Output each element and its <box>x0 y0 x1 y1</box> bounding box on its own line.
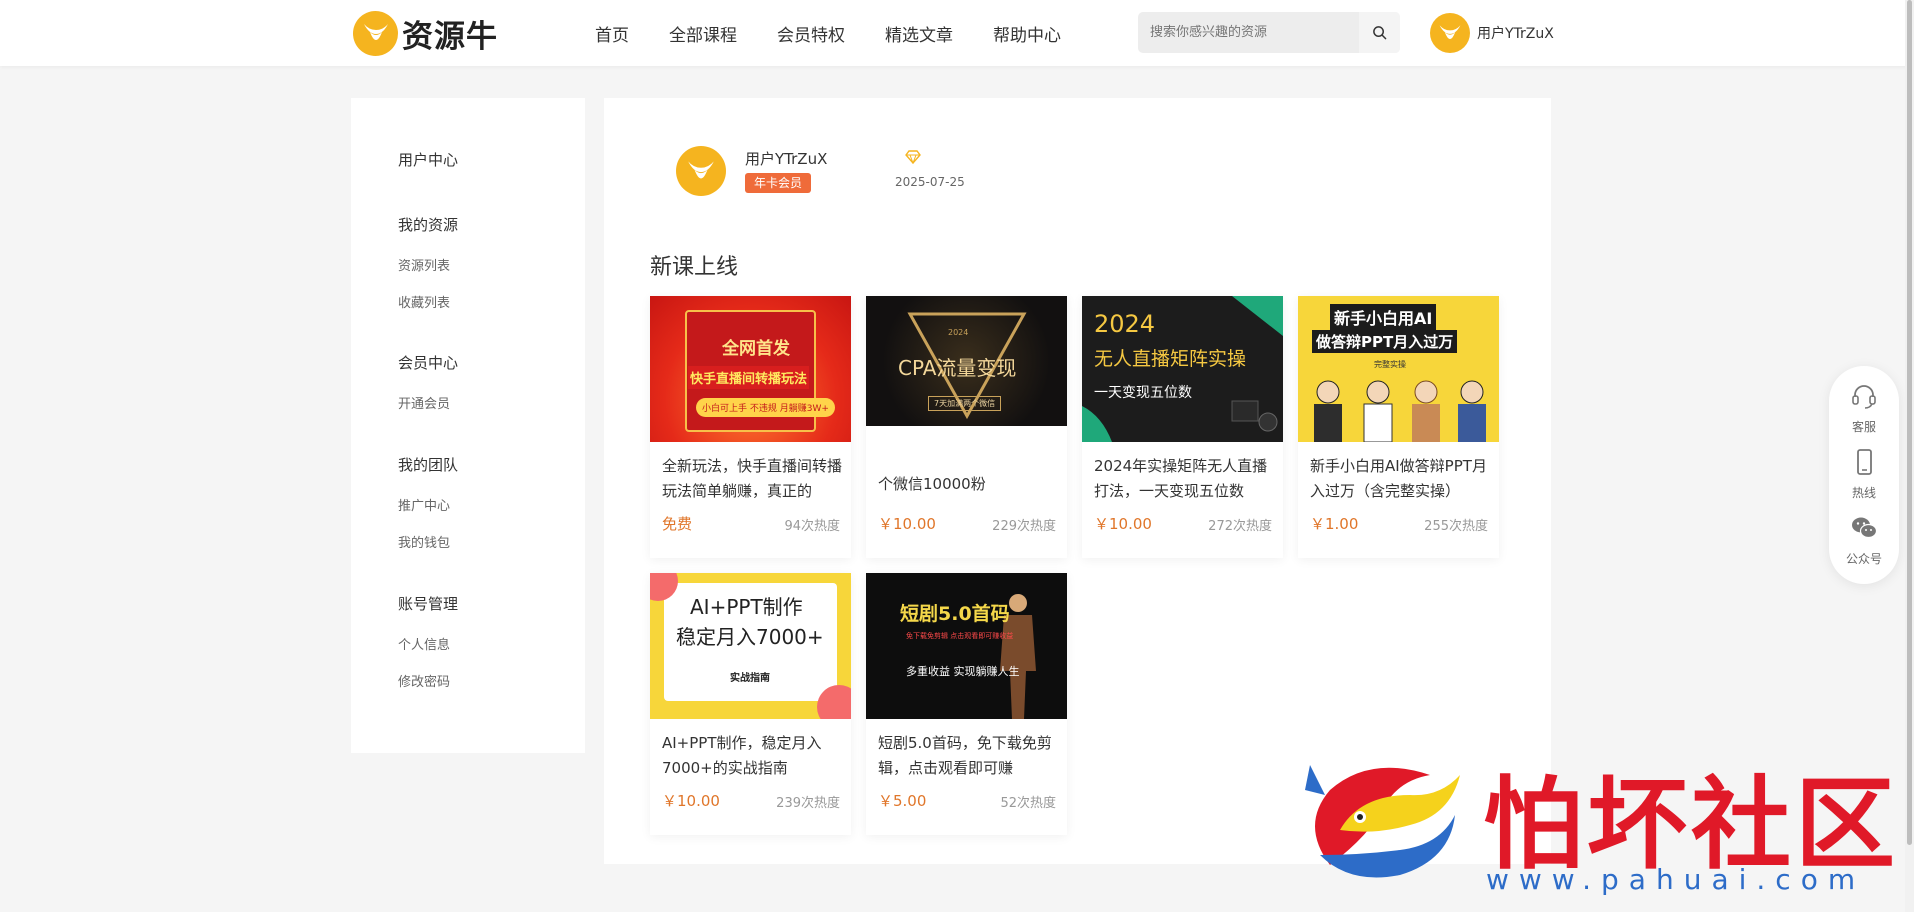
course-heat: 94次热度 <box>784 519 840 534</box>
sidebar-item-change-password[interactable]: 修改密码 <box>398 671 450 690</box>
course-thumbnail: 短剧5.0首码 免下载免剪辑 点击观看即可赚收益 多重收益 实现躺赚人生 <box>866 573 1067 719</box>
float-hotline[interactable]: 热线 <box>1829 448 1899 501</box>
course-heat: 272次热度 <box>1208 519 1272 534</box>
float-service-bar: 客服 热线 公众号 <box>1829 366 1899 584</box>
headset-icon <box>1852 385 1876 409</box>
course-price: ￥10.00 <box>662 792 720 810</box>
diamond-icon <box>905 150 921 164</box>
course-price: ￥5.00 <box>878 792 927 810</box>
sidebar-item-open-vip[interactable]: 开通会员 <box>398 393 450 412</box>
course-card[interactable]: 短剧5.0首码 免下载免剪辑 点击观看即可赚收益 多重收益 实现躺赚人生 短剧5… <box>866 573 1067 835</box>
course-thumbnail: 新手小白用AI 做答辩PPT月入过万 完整实操 <box>1298 296 1499 442</box>
course-price: ￥10.00 <box>878 515 936 533</box>
phone-icon <box>1857 449 1872 475</box>
course-thumbnail: AI+PPT制作 稳定月入7000+ 实战指南 <box>650 573 851 719</box>
watermark: 怕坏社区 www.pahuai.com <box>1290 735 1895 905</box>
course-heat: 255次热度 <box>1424 519 1488 534</box>
search-box <box>1138 12 1400 53</box>
nav-help[interactable]: 帮助中心 <box>993 21 1061 46</box>
header-username: 用户YTrZuX <box>1477 26 1554 42</box>
float-customer-service[interactable]: 客服 <box>1829 382 1899 435</box>
sidebar-group-title: 账号管理 <box>398 595 459 613</box>
sidebar-group-title: 会员中心 <box>398 354 459 372</box>
float-wechat[interactable]: 公众号 <box>1829 514 1899 567</box>
float-label: 客服 <box>1851 420 1876 434</box>
user-sidebar: 用户中心 我的资源 资源列表 收藏列表 会员中心 开通会员 我的团队 推广中心 … <box>351 98 585 753</box>
course-title: 个微信10000粉 <box>878 475 986 493</box>
header-user-menu[interactable]: 用户YTrZuX <box>1430 12 1554 54</box>
course-heat: 52次热度 <box>1000 796 1056 811</box>
nav-articles[interactable]: 精选文章 <box>885 21 953 46</box>
float-label: 公众号 <box>1845 552 1882 566</box>
course-heat: 229次热度 <box>992 519 1056 534</box>
sidebar-item-promotion[interactable]: 推广中心 <box>398 495 450 514</box>
profile-date: 2025-07-25 <box>895 175 965 189</box>
float-label: 热线 <box>1851 486 1876 500</box>
avatar[interactable] <box>676 146 726 196</box>
section-title: 新课上线 <box>650 255 739 280</box>
logo-text: 资源牛 <box>402 18 498 55</box>
course-title: AI+PPT制作，稳定月入7000+的实战指南 <box>662 734 822 777</box>
course-heat: 239次热度 <box>776 796 840 811</box>
course-title: 新手小白用AI做答辩PPT月入过万（含完整实操） <box>1310 457 1487 500</box>
search-icon <box>1373 26 1387 40</box>
sidebar-item-wallet[interactable]: 我的钱包 <box>398 532 450 551</box>
course-thumbnail: 2024 CPA流量变现 7天加满两个微信 <box>866 296 1067 426</box>
nav-all-courses[interactable]: 全部课程 <box>669 21 737 46</box>
nav-home[interactable]: 首页 <box>595 21 629 46</box>
course-card[interactable]: AI+PPT制作 稳定月入7000+ 实战指南 AI+PPT制作，稳定月入700… <box>650 573 851 835</box>
course-title: 2024年实操矩阵无人直播打法，一天变现五位数 <box>1094 457 1268 500</box>
sidebar-group-title: 我的资源 <box>398 216 459 234</box>
watermark-url: www.pahuai.com <box>1486 863 1866 896</box>
sidebar-item-favorites[interactable]: 收藏列表 <box>398 292 450 311</box>
sidebar-group-title: 我的团队 <box>398 456 459 474</box>
course-price: 免费 <box>662 515 693 533</box>
sidebar-user-center[interactable]: 用户中心 <box>398 149 458 170</box>
course-card[interactable]: 2024 无人直播矩阵实操 一天变现五位数 2024年实操矩阵无人直播打法，一天… <box>1082 296 1283 558</box>
nav-vip-privileges[interactable]: 会员特权 <box>777 21 845 46</box>
sidebar-item-resource-list[interactable]: 资源列表 <box>398 255 450 274</box>
profile-username: 用户YTrZuX <box>745 150 828 168</box>
search-button[interactable] <box>1359 12 1400 53</box>
course-title: 全新玩法，快手直播间转播玩法简单躺赚，真正的 <box>662 457 842 500</box>
site-logo[interactable]: 资源牛 <box>353 10 498 56</box>
main-nav: 首页 全部课程 会员特权 精选文章 帮助中心 <box>595 0 1101 66</box>
bull-logo-icon <box>353 10 398 56</box>
top-header: 资源牛 首页 全部课程 会员特权 精选文章 帮助中心 用户YTrZuX <box>0 0 1914 66</box>
scrollbar-thumb[interactable] <box>1907 0 1912 845</box>
course-card[interactable]: 全网首发 快手直播间转播玩法 小白可上手 不违规 月躺赚3W+ 全新玩法，快手直… <box>650 296 851 558</box>
avatar <box>1430 13 1470 53</box>
course-card[interactable]: 2024 CPA流量变现 7天加满两个微信 个微信10000粉 ￥10.00 2… <box>866 296 1067 558</box>
course-price: ￥1.00 <box>1310 515 1359 533</box>
course-thumbnail: 2024 无人直播矩阵实操 一天变现五位数 <box>1082 296 1283 442</box>
wechat-icon <box>1852 517 1878 539</box>
search-input[interactable] <box>1138 12 1358 53</box>
course-price: ￥10.00 <box>1094 515 1152 533</box>
sidebar-item-profile[interactable]: 个人信息 <box>398 634 450 653</box>
course-title: 短剧5.0首码，免下载免剪辑，点击观看即可赚 <box>878 734 1052 777</box>
course-card[interactable]: 新手小白用AI 做答辩PPT月入过万 完整实操 新手小白用AI做答辩PPT月入过… <box>1298 296 1499 558</box>
fish-logo-icon <box>1305 765 1460 878</box>
course-thumbnail: 全网首发 快手直播间转播玩法 小白可上手 不违规 月躺赚3W+ <box>650 296 851 442</box>
status-badge: 年卡会员 <box>745 173 812 193</box>
